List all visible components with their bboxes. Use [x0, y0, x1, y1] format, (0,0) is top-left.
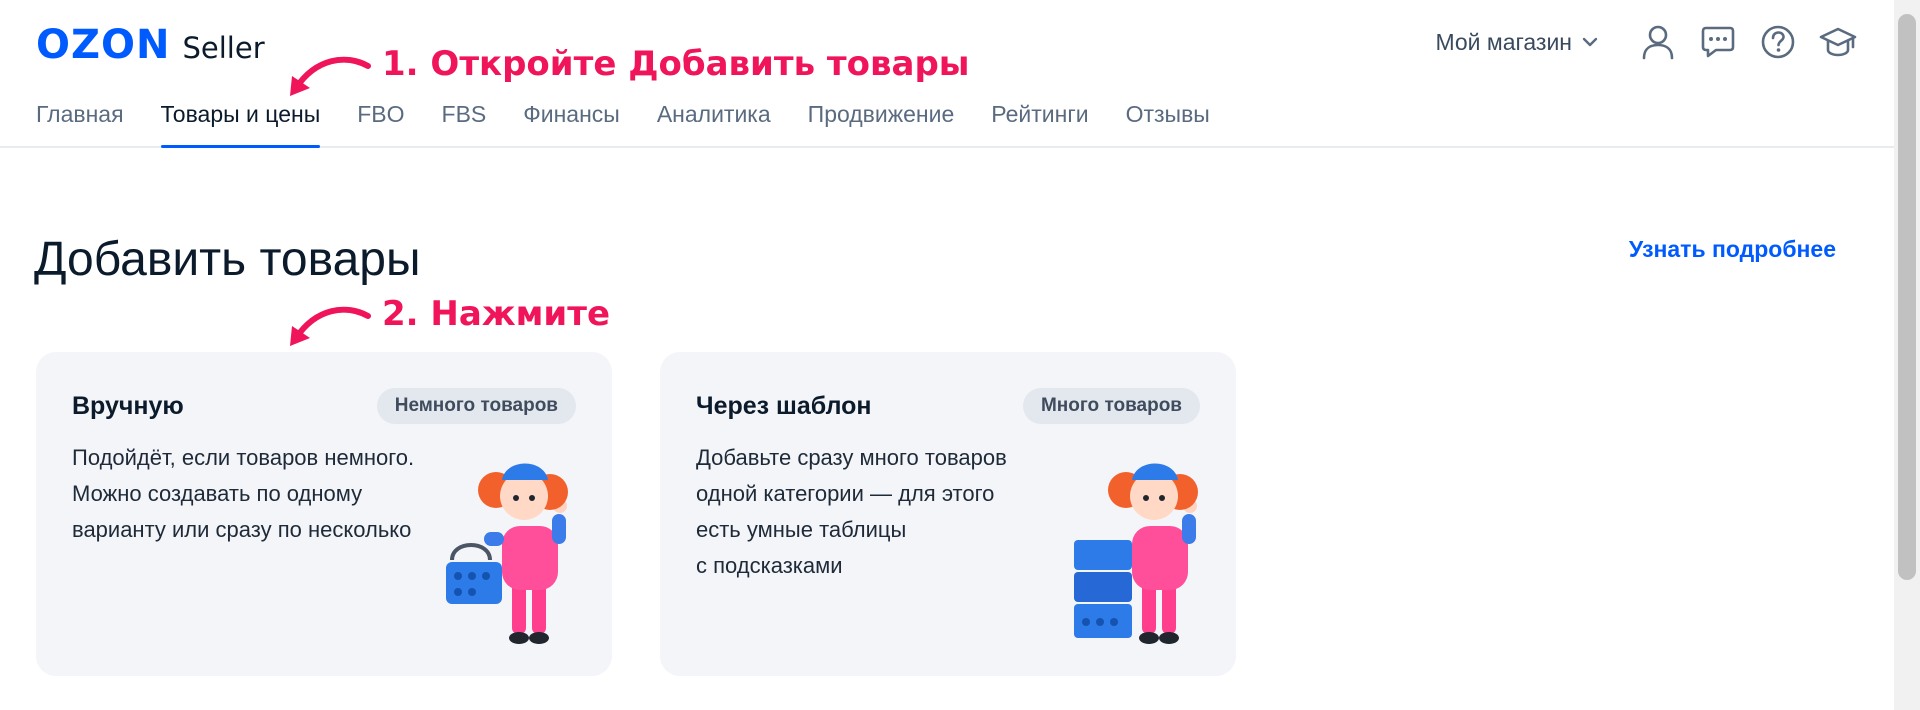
- page-scrollbar[interactable]: [1894, 0, 1920, 710]
- add-manually-card[interactable]: Вручную Немного товаров Подойдёт, если т…: [36, 352, 612, 676]
- store-selector[interactable]: Мой магазин: [1435, 29, 1598, 56]
- help-icon[interactable]: [1758, 22, 1798, 62]
- card-title: Вручную: [72, 392, 184, 420]
- card-description-line: варианту или сразу по несколько: [72, 517, 412, 542]
- mascot-with-basket-illustration: [446, 463, 568, 644]
- nav-item-analytics[interactable]: Аналитика: [657, 96, 771, 148]
- nav-item-finance[interactable]: Финансы: [523, 96, 620, 148]
- annotation-step-1: 1. Откройте Добавить товары: [382, 44, 970, 84]
- page: OZON Seller Главная Товары и цены FBO FB…: [0, 0, 1920, 710]
- card-description-line: Добавьте сразу много товаров: [696, 445, 1007, 470]
- scrollbar-thumb[interactable]: [1898, 14, 1916, 580]
- card-description-line: с подсказками: [696, 553, 843, 578]
- chat-icon[interactable]: [1698, 22, 1738, 62]
- annotation-arrow-1: [290, 56, 371, 96]
- profile-icon[interactable]: [1638, 22, 1678, 62]
- logo[interactable]: OZON Seller: [36, 22, 265, 68]
- header-actions: Мой магазин: [1435, 22, 1858, 62]
- card-badge: Много товаров: [1022, 388, 1200, 424]
- logo-product: Seller: [182, 31, 265, 65]
- nav-item-promotion[interactable]: Продвижение: [808, 96, 955, 148]
- card-description-line: Можно создавать по одному: [72, 481, 363, 506]
- nav-item-fbs[interactable]: FBS: [442, 96, 487, 148]
- store-selector-label: Мой магазин: [1435, 28, 1572, 55]
- chevron-down-icon: [1582, 37, 1598, 47]
- education-icon[interactable]: [1818, 22, 1858, 62]
- card-description: Подойдёт, если товаров немного. Можно со…: [72, 440, 414, 548]
- mascot-with-boxes-illustration: [1074, 463, 1198, 644]
- nav-item-ratings[interactable]: Рейтинги: [991, 96, 1088, 148]
- card-badge: Немного товаров: [376, 388, 576, 424]
- nav-item-products-prices[interactable]: Товары и цены: [160, 96, 320, 148]
- card-description-line: одной категории — для этого: [696, 481, 995, 506]
- annotation-step-2: 2. Нажмите: [382, 294, 611, 334]
- card-description-line: Подойдёт, если товаров немного.: [72, 445, 415, 470]
- nav-item-reviews[interactable]: Отзывы: [1126, 96, 1210, 148]
- learn-more-link[interactable]: Узнать подробнее: [1629, 236, 1836, 263]
- nav-item-fbo[interactable]: FBO: [357, 96, 404, 148]
- card-description: Добавьте сразу много товаров одной катег…: [696, 440, 1007, 584]
- logo-brand: OZON: [36, 22, 171, 68]
- annotation-arrow-2: [290, 306, 371, 346]
- card-title: Через шаблон: [696, 392, 872, 420]
- card-description-line: есть умные таблицы: [696, 517, 907, 542]
- add-via-template-card[interactable]: Через шаблон Много товаров Добавьте сраз…: [660, 352, 1236, 676]
- main-nav: Главная Товары и цены FBO FBS Финансы Ан…: [36, 96, 1247, 148]
- page-title: Добавить товары: [34, 233, 421, 286]
- nav-item-home[interactable]: Главная: [36, 96, 124, 148]
